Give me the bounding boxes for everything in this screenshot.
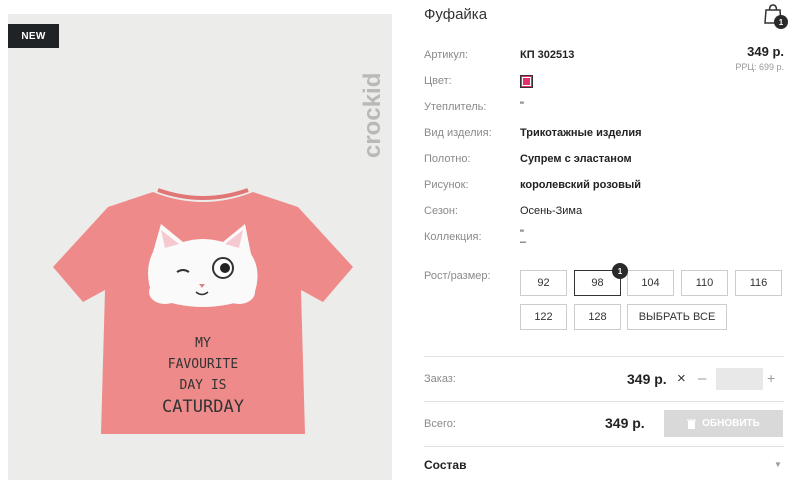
decrease-quantity-button[interactable]: –	[698, 370, 706, 387]
brand-logo: crockid	[359, 73, 386, 158]
spec-label-season: Сезон:	[424, 205, 458, 217]
divider	[424, 401, 784, 402]
trash-icon	[687, 419, 697, 429]
spec-label-collection: Коллекция:	[424, 231, 482, 243]
new-badge: NEW	[8, 24, 59, 48]
update-button-label: ОБНОВИТЬ	[702, 418, 760, 429]
divider	[424, 446, 784, 447]
recommended-retail-price: РРЦ: 699 р.	[735, 62, 784, 72]
size-option-128[interactable]: 128	[574, 304, 621, 330]
color-swatch[interactable]	[520, 75, 533, 88]
product-title: Фуфайка	[424, 6, 488, 23]
print-line-1: MY	[195, 336, 211, 351]
increase-quantity-button[interactable]: +	[767, 370, 775, 386]
tshirt-image: MY FAVOURITE DAY IS CATURDAY	[53, 188, 353, 434]
cart-button[interactable]: 1	[762, 3, 790, 29]
product-price: 349 р.	[747, 44, 784, 59]
total-price: 349 р.	[605, 415, 645, 431]
cart-count-badge: 1	[774, 15, 788, 29]
chevron-down-icon[interactable]: ▼	[774, 460, 782, 469]
selected-size-count-badge: 1	[612, 263, 628, 279]
spec-label-insulation: Утеплитель:	[424, 101, 487, 113]
order-label: Заказ:	[424, 373, 456, 385]
size-option-92[interactable]: 92	[520, 270, 567, 296]
size-option-122[interactable]: 122	[520, 304, 567, 330]
spec-value-insulation: "	[520, 100, 524, 112]
spec-value-product-type: Трикотажные изделия	[520, 127, 642, 139]
size-label: Рост/размер:	[424, 270, 491, 282]
total-label: Всего:	[424, 418, 456, 430]
brand-logo-text: crockid	[359, 73, 386, 158]
size-option-104[interactable]: 104	[627, 270, 674, 296]
size-option-110[interactable]: 110	[681, 270, 728, 296]
print-line-4: CATURDAY	[162, 397, 244, 417]
order-price: 349 р.	[627, 371, 667, 387]
spec-value-collection-line2: –	[520, 236, 527, 248]
divider	[424, 356, 784, 357]
quantity-input[interactable]	[716, 368, 763, 390]
print-line-2: FAVOURITE	[168, 357, 238, 372]
select-all-sizes-button[interactable]: ВЫБРАТЬ ВСЕ	[627, 304, 727, 330]
spec-label-product-type: Вид изделия:	[424, 127, 492, 139]
spec-value-pattern: королевский розовый	[520, 179, 642, 191]
update-button[interactable]: ОБНОВИТЬ	[664, 410, 783, 437]
spec-label-pattern: Рисунок:	[424, 179, 469, 191]
spec-label-fabric: Полотно:	[424, 153, 471, 165]
product-photo[interactable]: NEW crockid MY FAVOURITE DAY IS CATURDAY	[8, 14, 392, 480]
composition-section-title[interactable]: Состав	[424, 458, 466, 472]
clear-order-icon[interactable]: ×	[677, 370, 686, 387]
spec-label-article: Артикул:	[424, 49, 469, 61]
spec-label-color: Цвет:	[424, 75, 452, 87]
spec-value-season: Осень-Зима	[520, 205, 583, 217]
spec-value-fabric: Супрем с эластаном	[520, 153, 632, 165]
spec-value-article: КП 302513	[520, 49, 575, 61]
print-line-3: DAY IS	[180, 378, 227, 393]
size-option-116[interactable]: 116	[735, 270, 782, 296]
